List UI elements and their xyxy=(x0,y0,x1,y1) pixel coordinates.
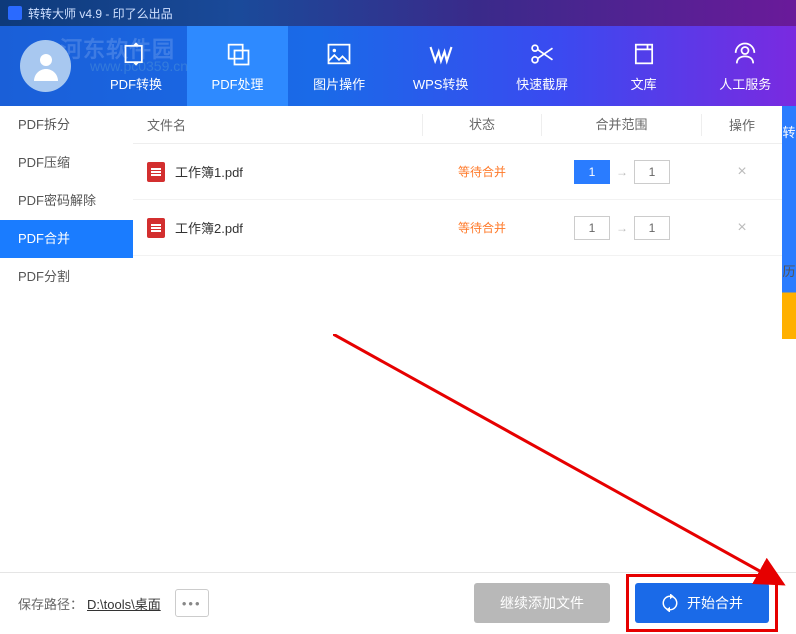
file-status: 等待合并 xyxy=(422,219,542,236)
sidebar-item-split[interactable]: PDF拆分 xyxy=(0,106,133,144)
nav-label: 文库 xyxy=(631,74,657,93)
convert-icon xyxy=(122,40,150,68)
remove-button[interactable]: × xyxy=(702,219,782,237)
footer: 保存路径： D:\tools\桌面 ••• 继续添加文件 开始合并 xyxy=(0,573,796,633)
nav-human-service[interactable]: 人工服务 xyxy=(694,26,796,106)
nav-label: 人工服务 xyxy=(719,74,771,93)
column-range: 合并范围 xyxy=(542,114,702,136)
pdf-file-icon xyxy=(147,162,165,182)
range-to-input[interactable]: 1 xyxy=(634,216,670,240)
range-from-input[interactable]: 1 xyxy=(574,160,610,184)
column-status: 状态 xyxy=(422,114,542,136)
nav-label: PDF处理 xyxy=(212,74,264,93)
table-row: 工作簿2.pdf 等待合并 1 → 1 × xyxy=(133,200,782,256)
user-avatar[interactable] xyxy=(20,40,71,92)
save-path-link[interactable]: D:\tools\桌面 xyxy=(87,594,161,613)
arrow-right-icon: → xyxy=(616,165,628,179)
strip-label-b[interactable]: 历 xyxy=(782,261,795,280)
table-body: 工作簿1.pdf 等待合并 1 → 1 × 工作簿2.pdf 等待合并 1 xyxy=(133,144,782,572)
table-row: 工作簿1.pdf 等待合并 1 → 1 × xyxy=(133,144,782,200)
nav-pdf-convert[interactable]: PDF转换 xyxy=(85,26,187,106)
nav-label: 图片操作 xyxy=(313,74,365,93)
nav-library[interactable]: 文库 xyxy=(593,26,695,106)
right-strip: 转 历 xyxy=(782,106,796,572)
range-to-input[interactable]: 1 xyxy=(634,160,670,184)
remove-button[interactable]: × xyxy=(702,163,782,181)
sidebar-item-merge[interactable]: PDF合并 xyxy=(0,220,133,258)
nav-pdf-process[interactable]: PDF处理 xyxy=(187,26,289,106)
file-name: 工作簿2.pdf xyxy=(175,218,243,237)
nav-wps-convert[interactable]: WPS转换 xyxy=(390,26,492,106)
start-merge-label: 开始合并 xyxy=(687,593,743,613)
start-merge-button[interactable]: 开始合并 xyxy=(635,583,769,623)
titlebar: 转转大师 v4.9 - 印了么出品 xyxy=(0,0,796,26)
save-path-label: 保存路径： xyxy=(18,594,83,613)
sidebar: PDF拆分 PDF压缩 PDF密码解除 PDF合并 PDF分割 xyxy=(0,106,133,572)
nav-image-ops[interactable]: 图片操作 xyxy=(288,26,390,106)
sidebar-item-unlock[interactable]: PDF密码解除 xyxy=(0,182,133,220)
range-cell: 1 → 1 xyxy=(542,216,702,240)
copy-icon xyxy=(224,40,252,68)
person-icon xyxy=(28,48,64,84)
top-nav: 河东软件园 www.pc0359.cn PDF转换 PDF处理 图片操作 WPS… xyxy=(0,26,796,106)
headset-icon xyxy=(731,40,759,68)
strip-label-a[interactable]: 转 xyxy=(782,122,795,141)
app-title: 转转大师 v4.9 - 印了么出品 xyxy=(28,5,173,22)
nav-screenshot[interactable]: 快速截屏 xyxy=(491,26,593,106)
content-panel: 文件名 状态 合并范围 操作 工作簿1.pdf 等待合并 1 → 1 × xyxy=(133,106,782,572)
sidebar-item-compress[interactable]: PDF压缩 xyxy=(0,144,133,182)
main-area: PDF拆分 PDF压缩 PDF密码解除 PDF合并 PDF分割 文件名 状态 合… xyxy=(0,106,796,573)
table-header: 文件名 状态 合并范围 操作 xyxy=(133,106,782,144)
range-from-input[interactable]: 1 xyxy=(574,216,610,240)
file-cell: 工作簿2.pdf xyxy=(133,218,422,238)
range-cell: 1 → 1 xyxy=(542,160,702,184)
browse-button[interactable]: ••• xyxy=(175,589,209,617)
library-icon xyxy=(630,40,658,68)
highlight-box: 开始合并 xyxy=(626,574,778,632)
nav-label: WPS转换 xyxy=(413,74,469,93)
add-files-button[interactable]: 继续添加文件 xyxy=(474,583,610,623)
sidebar-item-divide[interactable]: PDF分割 xyxy=(0,258,133,296)
file-cell: 工作簿1.pdf xyxy=(133,162,422,182)
nav-label: PDF转换 xyxy=(110,74,162,93)
nav-label: 快速截屏 xyxy=(516,74,568,93)
refresh-icon xyxy=(661,594,679,612)
arrow-right-icon: → xyxy=(616,221,628,235)
image-icon xyxy=(325,40,353,68)
file-status: 等待合并 xyxy=(422,163,542,180)
app-logo-icon xyxy=(8,6,22,20)
wps-icon xyxy=(427,40,455,68)
scissors-icon xyxy=(528,40,556,68)
column-op: 操作 xyxy=(702,115,782,134)
column-filename: 文件名 xyxy=(133,115,422,134)
pdf-file-icon xyxy=(147,218,165,238)
file-name: 工作簿1.pdf xyxy=(175,162,243,181)
